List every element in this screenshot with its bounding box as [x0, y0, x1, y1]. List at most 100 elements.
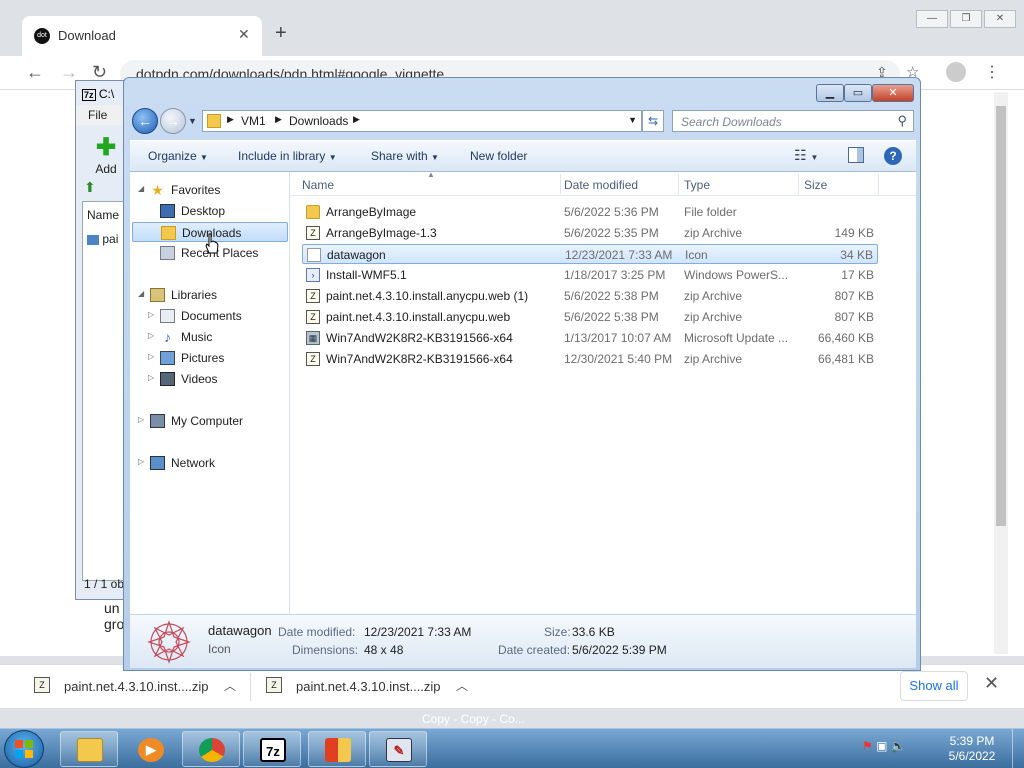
- taskbar-paint-net[interactable]: ✎: [369, 731, 427, 767]
- search-input[interactable]: Search Downloads ⚲: [672, 110, 914, 132]
- nav-item-libraries[interactable]: ◢ Libraries: [130, 285, 288, 305]
- close-tab-icon[interactable]: ✕: [238, 26, 250, 43]
- taskbar-explorer[interactable]: [60, 731, 118, 767]
- clock[interactable]: 5:39 PM 5/6/2022: [932, 734, 1012, 764]
- taskbar-7zip[interactable]: 7z: [243, 731, 301, 767]
- scrollbar-thumb[interactable]: [996, 106, 1006, 526]
- start-button[interactable]: [4, 730, 44, 768]
- change-view-icon[interactable]: ☷ ▼: [794, 147, 818, 164]
- expand-triangle-icon[interactable]: ▷: [148, 352, 154, 361]
- table-row-selected[interactable]: datawagon 12/23/2021 7:33 AM Icon 34 KB: [302, 244, 878, 264]
- table-row[interactable]: Z Win7AndW2K8R2-KB3191566-x64 12/30/2021…: [302, 349, 878, 369]
- close-icon[interactable]: ✕: [872, 84, 914, 102]
- chevron-right-icon[interactable]: ▶: [275, 114, 282, 125]
- expand-triangle-icon[interactable]: ◢: [138, 184, 144, 193]
- column-header-name[interactable]: Name: [87, 208, 119, 222]
- taskbar-media-player[interactable]: ▶: [121, 731, 179, 767]
- page-text-line: un: [104, 600, 120, 616]
- expand-triangle-icon[interactable]: ▷: [138, 457, 144, 466]
- nav-item-desktop[interactable]: Desktop: [130, 201, 288, 221]
- flag-icon[interactable]: ⚑: [862, 739, 873, 753]
- up-folder-icon[interactable]: ⬆: [84, 179, 96, 196]
- chevron-right-icon[interactable]: ▶: [353, 114, 360, 125]
- show-all-button[interactable]: Show all: [900, 671, 968, 701]
- browser-tab[interactable]: dot Download ✕: [22, 16, 262, 56]
- details-pane: datawagon Icon Date modified: 12/23/2021…: [130, 614, 916, 668]
- file-size: 807 KB: [834, 289, 874, 303]
- network-tray-icon[interactable]: ▣: [876, 739, 887, 753]
- back-arrow-icon[interactable]: ←: [132, 108, 158, 134]
- organize-button[interactable]: Organize ▼: [148, 149, 208, 163]
- volume-icon[interactable]: 🔈: [891, 739, 906, 753]
- taskbar-chrome[interactable]: [182, 731, 240, 767]
- close-shelf-icon[interactable]: ✕: [984, 673, 999, 694]
- menu-dots-icon[interactable]: ⋮: [984, 62, 1000, 82]
- table-row[interactable]: › Install-WMF5.1 1/18/2017 3:25 PM Windo…: [302, 265, 878, 285]
- expand-triangle-icon[interactable]: ▷: [148, 310, 154, 319]
- maximize-icon[interactable]: ▭: [844, 84, 872, 102]
- nav-item-videos[interactable]: ▷ Videos: [130, 369, 288, 389]
- address-dropdown-icon[interactable]: ▼: [628, 115, 637, 125]
- download-item[interactable]: Z paint.net.4.3.10.inst....zip ︿: [266, 671, 476, 703]
- file-type: File folder: [684, 205, 737, 219]
- table-row[interactable]: ArrangeByImage 5/6/2022 5:36 PM File fol…: [302, 202, 878, 222]
- column-separator[interactable]: [878, 174, 879, 194]
- close-icon[interactable]: ✕: [984, 10, 1016, 28]
- expand-triangle-icon[interactable]: ▷: [138, 415, 144, 424]
- column-header-size[interactable]: Size: [804, 178, 827, 192]
- breadcrumb[interactable]: ▶ VM1 ▶ Downloads ▶ ▼: [202, 110, 642, 132]
- column-separator[interactable]: [798, 174, 799, 194]
- nav-item-favorites[interactable]: ◢ ★ Favorites: [130, 180, 288, 200]
- chevron-up-icon[interactable]: ︿: [456, 677, 468, 694]
- menu-file[interactable]: File: [88, 108, 107, 122]
- add-label: Add: [95, 162, 117, 176]
- sevenzip-add-button[interactable]: ✚ Add: [86, 133, 126, 176]
- show-desktop-button[interactable]: [1012, 729, 1024, 768]
- file-date: 1/13/2017 10:07 AM: [564, 331, 672, 345]
- preview-pane-icon[interactable]: [848, 147, 864, 163]
- page-scrollbar[interactable]: [994, 92, 1008, 654]
- column-separator[interactable]: [678, 174, 679, 194]
- refresh-icon[interactable]: ⇆: [642, 110, 664, 132]
- minimize-icon[interactable]: —: [916, 10, 948, 28]
- nav-item-music[interactable]: ▷ ♪ Music: [130, 327, 288, 347]
- nav-item-network[interactable]: ▷ Network: [130, 453, 288, 473]
- nav-item-documents[interactable]: ▷ Documents: [130, 306, 288, 326]
- shelf-divider: [250, 673, 251, 701]
- back-arrow-icon[interactable]: ←: [26, 62, 44, 83]
- new-tab-icon[interactable]: +: [275, 22, 287, 45]
- table-row[interactable]: Z paint.net.4.3.10.install.anycpu.web (1…: [302, 286, 878, 306]
- expand-triangle-icon[interactable]: ▷: [148, 331, 154, 340]
- file-type: zip Archive: [684, 310, 743, 324]
- breadcrumb-item[interactable]: Downloads: [289, 114, 348, 128]
- column-separator[interactable]: [560, 174, 561, 194]
- maximize-icon[interactable]: ❐: [950, 10, 982, 28]
- column-header-name[interactable]: Name: [302, 178, 334, 192]
- nav-item-my-computer[interactable]: ▷ My Computer: [130, 411, 288, 431]
- table-row[interactable]: Z paint.net.4.3.10.install.anycpu.web 5/…: [302, 307, 878, 327]
- share-with-button[interactable]: Share with ▼: [371, 149, 439, 163]
- nav-item-pictures[interactable]: ▷ Pictures: [130, 348, 288, 368]
- zip-file-icon: Z: [266, 677, 282, 693]
- include-in-library-button[interactable]: Include in library ▼: [238, 149, 337, 163]
- expand-triangle-icon[interactable]: ▷: [148, 373, 154, 382]
- expand-triangle-icon[interactable]: ◢: [138, 289, 144, 298]
- chevron-right-icon[interactable]: ▶: [227, 114, 234, 125]
- recent-pages-dropdown-icon[interactable]: ▼: [188, 116, 197, 126]
- profile-avatar-icon[interactable]: [946, 62, 966, 82]
- taskbar-app[interactable]: [308, 731, 366, 767]
- file-type: Microsoft Update ...: [684, 331, 789, 345]
- table-row[interactable]: ▦ Win7AndW2K8R2-KB3191566-x64 1/13/2017 …: [302, 328, 878, 348]
- column-header-type[interactable]: Type: [684, 178, 710, 192]
- new-folder-button[interactable]: New folder: [470, 149, 527, 163]
- chevron-up-icon[interactable]: ︿: [224, 677, 236, 694]
- explorer-window: ▁ ▭ ✕ ← → ▼ ▶ VM1 ▶ Downloads ▶ ▼ ⇆ Sear…: [123, 77, 921, 671]
- download-item[interactable]: Z paint.net.4.3.10.inst....zip ︿: [34, 671, 244, 703]
- help-icon[interactable]: ?: [884, 147, 902, 165]
- forward-arrow-icon[interactable]: →: [160, 108, 186, 134]
- list-item[interactable]: pai: [87, 232, 118, 246]
- column-header-date-modified[interactable]: Date modified: [564, 178, 638, 192]
- table-row[interactable]: Z ArrangeByImage-1.3 5/6/2022 5:35 PM zi…: [302, 223, 878, 243]
- breadcrumb-item[interactable]: VM1: [241, 114, 266, 128]
- minimize-icon[interactable]: ▁: [816, 84, 844, 102]
